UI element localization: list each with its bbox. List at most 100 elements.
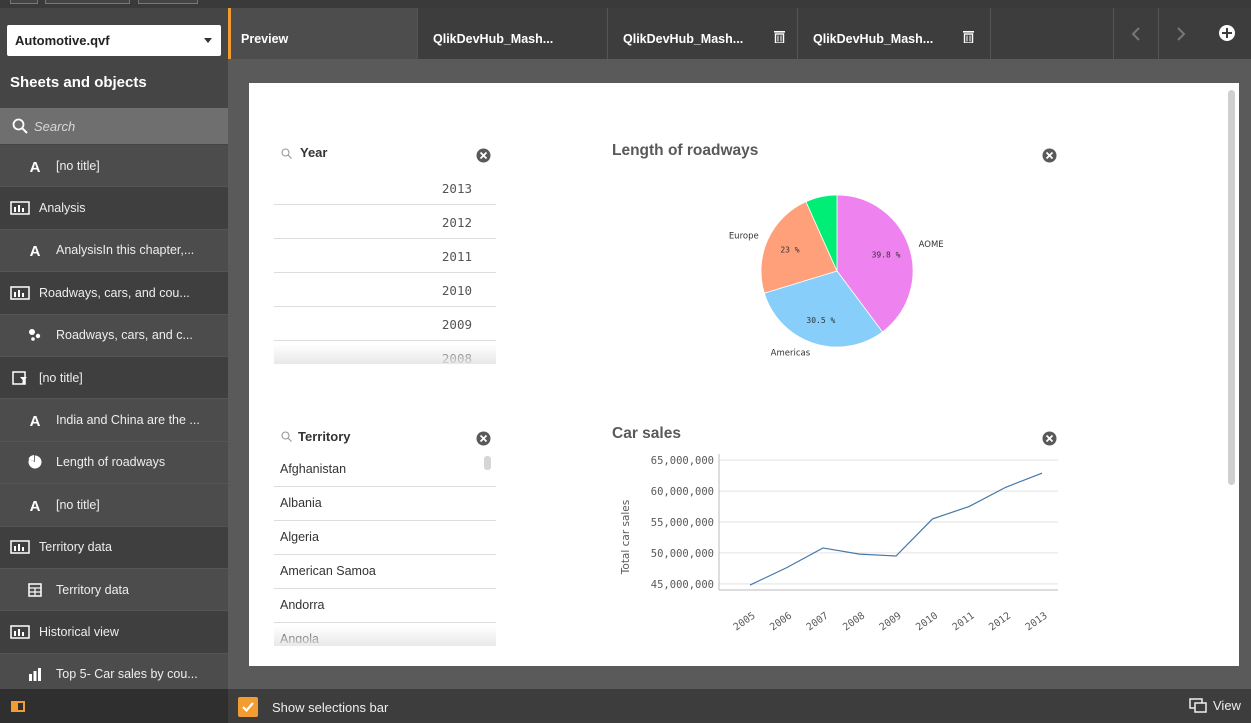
sidebar-item[interactable]: Roadways, cars, and cou...	[0, 272, 228, 315]
sheet-icon	[9, 540, 31, 554]
sidebar-item-label: India and China are the ...	[56, 413, 200, 428]
pie-chart[interactable]: 39.8 % AOME 30.5 % Americas 23 % Europe	[700, 180, 980, 380]
sidebar-item-label: [no title]	[56, 158, 100, 173]
data-point[interactable]	[1004, 486, 1007, 489]
sidebar-item[interactable]: Territory data	[0, 526, 228, 569]
year-list-item[interactable]: 2009	[274, 307, 496, 341]
territory-list-item[interactable]: American Samoa	[274, 555, 496, 589]
svg-text:A: A	[30, 159, 41, 173]
tab-mashup-3[interactable]: QlikDevHub_Mash...	[798, 8, 991, 59]
view-button[interactable]: View	[1189, 698, 1241, 713]
trash-icon[interactable]	[774, 30, 785, 43]
sidebar-item[interactable]: Roadways, cars, and c...	[0, 314, 228, 357]
territory-list-item[interactable]: Afghanistan	[274, 453, 496, 487]
filter-pane-icon	[9, 370, 31, 385]
x-tick-label: 2008	[841, 610, 867, 633]
add-tab-icon[interactable]	[1218, 24, 1236, 42]
x-tick-label: 2007	[805, 610, 831, 633]
svg-text:A: A	[30, 243, 41, 257]
data-point[interactable]	[749, 584, 752, 587]
preview-scrollbar[interactable]	[1228, 90, 1235, 485]
pie-chart-title: Length of roadways	[612, 142, 759, 159]
sidebar-item[interactable]: Historical view	[0, 611, 228, 654]
year-list-item[interactable]: 2012	[274, 205, 496, 239]
tab-prev-button[interactable]	[1113, 8, 1158, 59]
data-point[interactable]	[785, 566, 788, 569]
pie-data-label: 23 %	[780, 246, 799, 255]
view-icon	[1189, 698, 1207, 713]
bar-icon	[24, 667, 46, 682]
year-list-fade	[274, 344, 496, 364]
sidebar-item[interactable]: Analysis	[0, 187, 228, 230]
territory-list-item[interactable]: Andorra	[274, 589, 496, 623]
checkbox-checked-icon[interactable]	[238, 697, 258, 717]
app-select-dropdown[interactable]: Automotive.qvf	[7, 25, 221, 56]
series-line[interactable]	[749, 472, 1043, 586]
sidebar-item-label: [no title]	[56, 497, 100, 512]
top-stub-1	[10, 0, 38, 4]
sheet-icon	[9, 625, 31, 639]
y-tick-label: 50,000,000	[651, 548, 714, 560]
line-chart-title: Car sales	[612, 425, 681, 442]
tab-mashup-1[interactable]: QlikDevHub_Mash...	[418, 8, 608, 59]
tab-next-button[interactable]	[1158, 8, 1203, 59]
sheet-icon	[9, 286, 31, 300]
sidebar-item-label: Territory data	[56, 582, 129, 597]
sidebar-item[interactable]: [no title]	[0, 356, 228, 400]
search-icon[interactable]	[281, 431, 292, 442]
year-list-item[interactable]: 2010	[274, 273, 496, 307]
clear-selection-icon[interactable]	[1042, 148, 1057, 163]
scatter-icon	[24, 328, 46, 342]
panel-toggle-icon	[11, 701, 25, 712]
clear-selection-icon[interactable]	[1042, 431, 1057, 446]
clear-selection-icon[interactable]	[476, 431, 491, 446]
y-tick-label: 55,000,000	[651, 517, 714, 529]
tab-label: QlikDevHub_Mash...	[623, 32, 744, 46]
tab-preview[interactable]: Preview	[228, 8, 418, 59]
tab-mashup-2[interactable]: QlikDevHub_Mash...	[608, 8, 798, 59]
search-icon[interactable]	[281, 148, 292, 159]
trash-icon[interactable]	[963, 30, 974, 43]
sidebar-item[interactable]: Length of roadways	[0, 441, 228, 485]
search-input[interactable]: Search	[0, 108, 228, 144]
svg-text:A: A	[30, 413, 41, 427]
data-point[interactable]	[895, 555, 898, 558]
sidebar-toggle-button[interactable]	[0, 689, 228, 723]
territory-list-item[interactable]: Algeria	[274, 521, 496, 555]
data-point[interactable]	[931, 517, 934, 520]
territory-value: Afghanistan	[280, 462, 347, 476]
territory-value: Algeria	[280, 530, 319, 544]
clear-selection-icon[interactable]	[476, 148, 491, 163]
sidebar: Automotive.qvf Sheets and objects Search…	[0, 8, 228, 689]
year-filter-title: Year	[300, 145, 328, 160]
sidebar-item-label: Length of roadways	[56, 455, 166, 470]
y-tick-label: 60,000,000	[651, 486, 714, 498]
data-point[interactable]	[968, 505, 971, 508]
line-chart[interactable]: 45,000,000 50,000,000 55,000,000 60,000,000…	[600, 450, 1070, 635]
pie-data-label: 30.5 %	[806, 316, 835, 325]
pie-category-label: Europe	[729, 231, 759, 241]
show-selections-toggle[interactable]: Show selections bar	[238, 697, 388, 717]
sidebar-item[interactable]: A AnalysisIn this chapter,...	[0, 229, 228, 273]
territory-filter-title: Territory	[298, 429, 351, 444]
text-icon: A	[24, 159, 46, 173]
x-tick-label: 2005	[732, 610, 758, 633]
data-point[interactable]	[1041, 472, 1044, 475]
sidebar-item[interactable]: A India and China are the ...	[0, 399, 228, 442]
sidebar-item[interactable]: Territory data	[0, 568, 228, 612]
year-list-item[interactable]: 2013	[274, 171, 496, 205]
territory-list-item[interactable]: Albania	[274, 487, 496, 521]
year-list-item[interactable]: 2011	[274, 239, 496, 273]
data-point[interactable]	[822, 546, 825, 549]
sheet-icon	[9, 201, 31, 215]
sidebar-item[interactable]: Top 5- Car sales by cou...	[0, 653, 228, 689]
table-icon	[24, 582, 46, 597]
data-point[interactable]	[858, 553, 861, 556]
year-value: 2009	[441, 317, 472, 332]
x-tick-label: 2009	[878, 610, 904, 633]
sidebar-item[interactable]: A [no title]	[0, 484, 228, 527]
chevron-down-icon	[204, 38, 212, 43]
year-value: 2012	[441, 215, 472, 230]
sidebar-item[interactable]: A [no title]	[0, 145, 228, 188]
tab-label: QlikDevHub_Mash...	[433, 32, 554, 46]
